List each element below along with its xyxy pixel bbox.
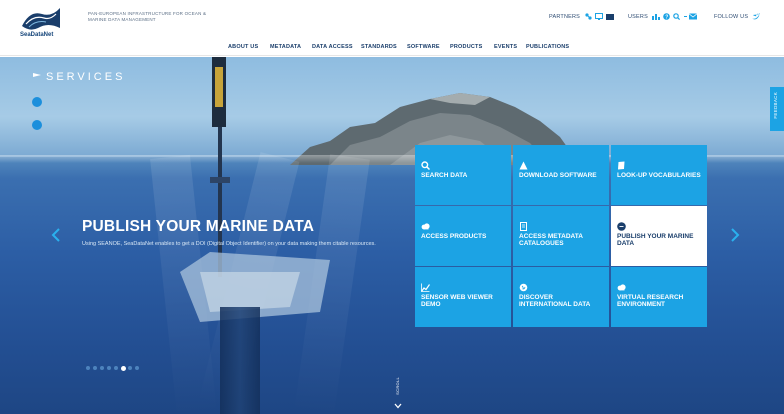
globe-icon xyxy=(519,283,528,292)
users-link[interactable]: USERS xyxy=(628,14,648,20)
scroll-hint[interactable]: SCROLL xyxy=(392,377,404,411)
chevron-right-icon xyxy=(731,228,740,242)
carousel-dot[interactable] xyxy=(93,366,97,370)
nav-events[interactable]: EVENTS xyxy=(494,44,517,50)
service-label: LOOK-UP VOCABULARIES xyxy=(617,172,701,179)
chevron-down-icon xyxy=(394,403,402,409)
hero-slider: SERVICES FEEDBACK PUBLISH YOUR MARINE DA… xyxy=(0,57,784,414)
download-icon xyxy=(519,161,528,170)
side-circle-icon[interactable] xyxy=(32,120,42,130)
nav-about-us[interactable]: ABOUT US xyxy=(228,44,258,50)
page: SeaDataNet Pan-European infrastructure f… xyxy=(0,0,784,414)
service-label: ACCESS PRODUCTS xyxy=(421,233,487,240)
slider-next-arrow[interactable] xyxy=(729,227,741,243)
users-search-icon[interactable] xyxy=(673,13,680,20)
document-icon xyxy=(520,222,527,231)
service-tile-publish-your-marine-data[interactable]: PUBLISH YOUR MARINE DATA xyxy=(611,206,707,266)
nav-products[interactable]: PRODUCTS xyxy=(450,44,482,50)
carousel-dot[interactable] xyxy=(128,366,132,370)
side-circle-icon[interactable] xyxy=(32,97,42,107)
follow-us-link[interactable]: FOLLOW US xyxy=(714,14,748,20)
cloud-icon xyxy=(421,223,430,230)
chevron-left-icon xyxy=(51,228,60,242)
carousel-dot[interactable] xyxy=(121,365,126,371)
users-more-icon[interactable] xyxy=(683,13,688,20)
service-tile-access-metadata-catalogues[interactable]: ACCESS METADATA CATALOGUES xyxy=(513,206,609,266)
service-tile-search-data[interactable]: SEARCH DATA xyxy=(415,145,511,205)
services-grid: SEARCH DATA DOWNLOAD SOFTWARE LOOK-UP VO… xyxy=(415,145,709,327)
service-label: SENSOR WEB VIEWER DEMO xyxy=(421,294,493,308)
feedback-label: FEEDBACK xyxy=(773,92,778,119)
book-icon xyxy=(618,161,625,170)
nav-data-access[interactable]: DATA ACCESS xyxy=(312,44,353,50)
nav-metadata[interactable]: METADATA xyxy=(270,44,301,50)
carousel-dot[interactable] xyxy=(135,366,139,370)
service-tile-look-up-vocabularies[interactable]: LOOK-UP VOCABULARIES xyxy=(611,145,707,205)
partners-screen-icon[interactable] xyxy=(595,13,603,20)
carousel-dot[interactable] xyxy=(86,366,90,370)
search-icon xyxy=(421,161,430,170)
logo-text: SeaDataNet xyxy=(20,32,54,38)
service-tile-virtual-research-environment[interactable]: VIRTUAL RESEARCH ENVIRONMENT xyxy=(611,267,707,327)
partners-folder-icon[interactable] xyxy=(606,13,614,20)
service-label: DOWNLOAD SOFTWARE xyxy=(519,172,597,179)
nav-standards[interactable]: STANDARDS xyxy=(361,44,397,50)
services-title: SERVICES xyxy=(46,71,126,83)
sampler-pole xyxy=(220,307,260,414)
hero-heading: PUBLISH YOUR MARINE DATA xyxy=(82,218,315,235)
chart-icon xyxy=(421,283,430,292)
site-header: SeaDataNet Pan-European infrastructure f… xyxy=(0,0,784,56)
hero-description: Using SEANOE, SeaDataNet enables to get … xyxy=(82,241,376,247)
partners-link[interactable]: PARTNERS xyxy=(549,14,580,20)
service-tile-download-software[interactable]: DOWNLOAD SOFTWARE xyxy=(513,145,609,205)
users-chart-icon[interactable] xyxy=(652,13,660,20)
carousel-dot[interactable] xyxy=(114,366,118,370)
twitter-icon[interactable] xyxy=(752,13,760,20)
slider-prev-arrow[interactable] xyxy=(50,227,62,243)
nav-publications[interactable]: PUBLICATIONS xyxy=(526,44,569,50)
service-label: VIRTUAL RESEARCH ENVIRONMENT xyxy=(617,294,684,308)
users-help-icon[interactable]: ? xyxy=(663,13,670,20)
tagline: Pan-European infrastructure for ocean & … xyxy=(88,11,207,22)
scroll-label: SCROLL xyxy=(395,377,400,395)
users-mail-icon[interactable] xyxy=(689,13,697,20)
carousel-dot[interactable] xyxy=(100,366,104,370)
main-nav: ABOUT US METADATA DATA ACCESS STANDARDS … xyxy=(0,44,784,54)
service-tile-sensor-web-viewer-demo[interactable]: SENSOR WEB VIEWER DEMO xyxy=(415,267,511,327)
wave-logo-icon xyxy=(22,8,60,30)
seadatanet-logo[interactable]: SeaDataNet xyxy=(20,6,62,42)
feedback-tab[interactable]: FEEDBACK xyxy=(770,87,784,131)
service-label: PUBLISH YOUR MARINE DATA xyxy=(617,233,694,247)
cloud-icon xyxy=(617,284,626,291)
service-label: ACCESS METADATA CATALOGUES xyxy=(519,233,583,247)
nav-software[interactable]: SOFTWARE xyxy=(407,44,440,50)
doi-icon xyxy=(617,222,626,231)
service-tile-discover-international-data[interactable]: DISCOVER INTERNATIONAL DATA xyxy=(513,267,609,327)
services-flag-icon xyxy=(33,73,41,81)
service-label: DISCOVER INTERNATIONAL DATA xyxy=(519,294,591,308)
service-tile-access-products[interactable]: ACCESS PRODUCTS xyxy=(415,206,511,266)
carousel-dot[interactable] xyxy=(107,366,111,370)
svg-text:?: ? xyxy=(665,15,668,20)
partners-network-icon[interactable] xyxy=(585,13,592,20)
service-label: SEARCH DATA xyxy=(421,172,468,179)
